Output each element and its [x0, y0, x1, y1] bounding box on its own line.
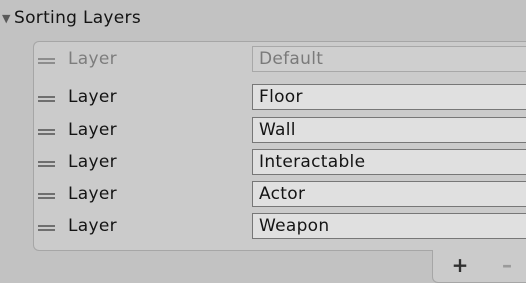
layer-name-field[interactable]: Actor — [252, 181, 526, 207]
drag-handle-icon[interactable] — [38, 161, 55, 167]
add-layer-button[interactable]: + — [449, 254, 471, 276]
drag-handle-icon[interactable] — [38, 193, 55, 199]
drag-handle-icon[interactable] — [38, 58, 55, 64]
layer-name-field[interactable]: Wall — [252, 117, 526, 143]
drag-handle-icon[interactable] — [38, 225, 55, 231]
list-item[interactable]: Layer Interactable — [34, 146, 526, 178]
layer-name-field[interactable]: Interactable — [252, 149, 526, 175]
sorting-layers-foldout[interactable]: ▼ Sorting Layers — [0, 0, 526, 36]
remove-layer-button[interactable]: – — [496, 254, 518, 276]
list-item[interactable]: Layer Weapon — [34, 210, 526, 242]
list-item[interactable]: Layer Wall — [34, 114, 526, 146]
list-footer: + – — [432, 250, 526, 283]
list-item: Layer Default — [34, 43, 526, 75]
layer-label: Layer — [68, 216, 117, 236]
foldout-triangle-icon[interactable]: ▼ — [2, 13, 12, 24]
layer-name-field: Default — [252, 46, 526, 72]
list-item[interactable]: Layer Floor — [34, 81, 526, 113]
layer-label: Layer — [68, 152, 117, 172]
drag-handle-icon[interactable] — [38, 96, 55, 102]
layer-name-field[interactable]: Weapon — [252, 213, 526, 239]
layer-label: Layer — [68, 87, 117, 107]
sorting-layers-list: Layer Default Layer Floor Layer Wall Lay… — [33, 41, 526, 251]
list-item[interactable]: Layer Actor — [34, 178, 526, 210]
layer-label: Layer — [68, 120, 117, 140]
layer-label: Layer — [68, 184, 117, 204]
layer-label: Layer — [68, 49, 117, 69]
drag-handle-icon[interactable] — [38, 129, 55, 135]
section-title: Sorting Layers — [14, 8, 141, 28]
layer-name-field[interactable]: Floor — [252, 84, 526, 110]
